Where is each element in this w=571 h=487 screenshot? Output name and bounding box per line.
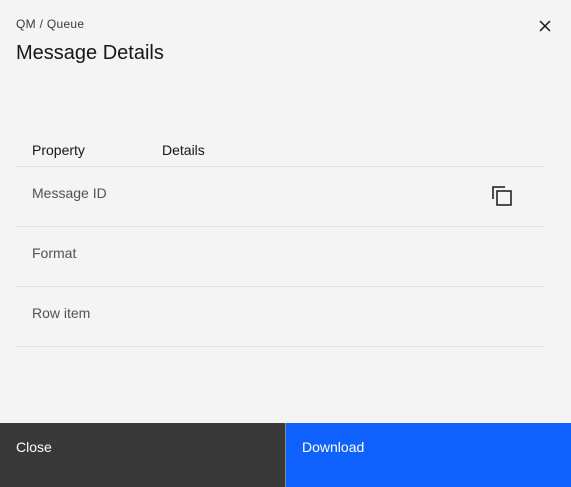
- row-property-label: Row item: [32, 305, 91, 321]
- column-header-details: Details: [162, 141, 205, 158]
- details-table: Property Details Message ID Format Row i…: [16, 133, 545, 347]
- table-row: Message ID: [16, 167, 545, 227]
- message-details-modal: QM / Queue Message Details Property Deta…: [0, 0, 571, 487]
- copy-icon[interactable]: [490, 184, 514, 208]
- close-button[interactable]: Close: [0, 423, 285, 487]
- modal-header: QM / Queue Message Details: [16, 17, 164, 64]
- table-row: Format: [16, 227, 545, 287]
- table-header: Property Details: [16, 133, 545, 167]
- close-icon[interactable]: [535, 16, 555, 36]
- row-details-value: [162, 227, 545, 245]
- row-property-label: Message ID: [32, 185, 107, 201]
- row-details-value: [162, 287, 545, 305]
- download-button[interactable]: Download: [285, 423, 571, 487]
- column-header-property: Property: [32, 141, 85, 158]
- table-row: Row item: [16, 287, 545, 347]
- page-title: Message Details: [16, 42, 164, 64]
- breadcrumb: QM / Queue: [16, 17, 85, 31]
- row-details-value: [162, 167, 545, 185]
- row-property-label: Format: [32, 245, 77, 261]
- modal-footer: Close Download: [0, 423, 571, 487]
